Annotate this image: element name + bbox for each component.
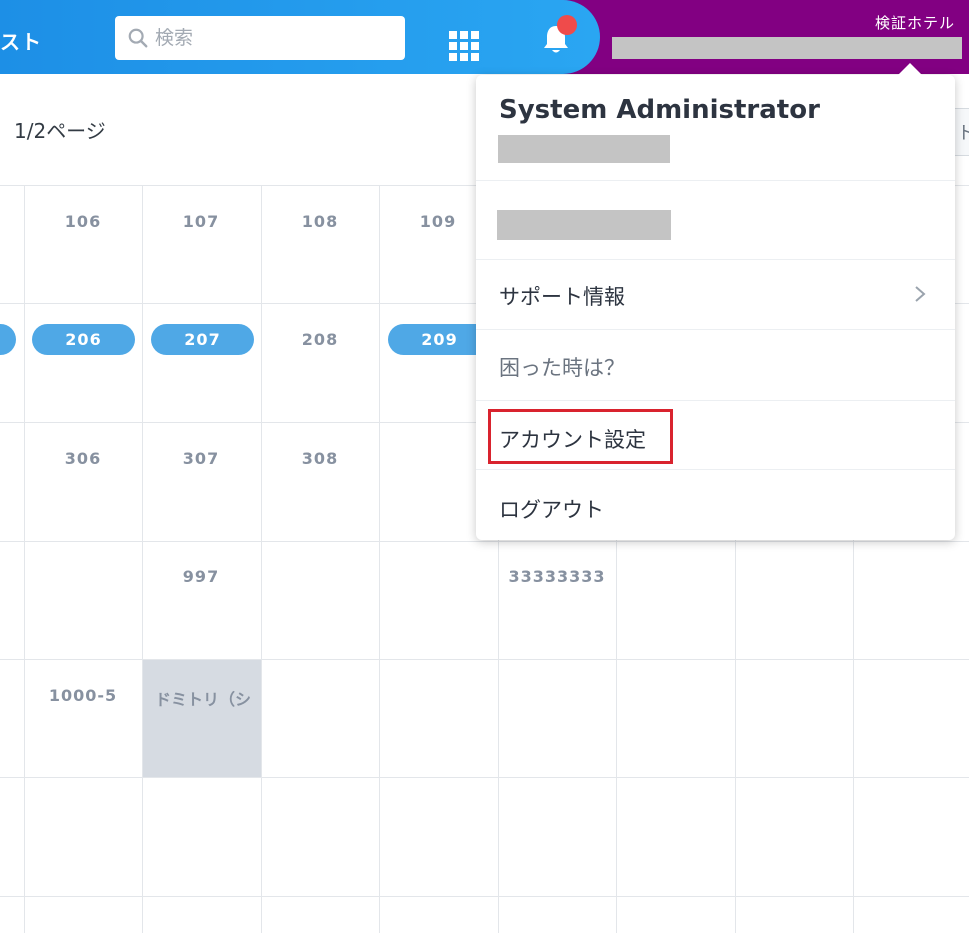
grid-line	[379, 185, 380, 933]
search-input[interactable]	[155, 27, 395, 49]
separator	[476, 329, 955, 330]
chevron-right-icon	[915, 286, 926, 302]
room-cell-highlighted[interactable]	[143, 660, 261, 777]
grid-line	[0, 541, 969, 542]
grid-line	[142, 185, 143, 933]
notification-badge	[557, 15, 577, 35]
app-title: スト	[0, 30, 42, 54]
search-icon	[128, 28, 148, 48]
highlight-box	[488, 409, 673, 464]
room-cell[interactable]: 107	[142, 212, 260, 231]
grid-line	[24, 185, 25, 933]
room-cell[interactable]: 306	[24, 449, 142, 468]
separator	[476, 180, 955, 181]
room-cell[interactable]: 208	[261, 330, 379, 349]
room-cell-label: ドミトリ（シ	[155, 690, 252, 709]
room-cell[interactable]: 106	[24, 212, 142, 231]
room-pill[interactable]: 206	[32, 324, 135, 355]
grid-line	[261, 185, 262, 933]
separator	[476, 400, 955, 401]
room-cell[interactable]: 997	[142, 567, 260, 586]
search-box[interactable]	[115, 16, 405, 60]
grid-line	[0, 777, 969, 778]
room-cell[interactable]: 307	[142, 449, 260, 468]
menu-item-logout[interactable]: ログアウト	[499, 494, 604, 524]
dropdown-caret	[898, 63, 922, 75]
user-name: System Administrator	[499, 95, 820, 125]
menu-item-help[interactable]: 困った時は？	[499, 352, 625, 382]
room-pill[interactable]: 207	[151, 324, 254, 355]
page-indicator: 1/2ページ	[14, 119, 106, 143]
menu-item-support-info[interactable]: サポート情報	[499, 281, 625, 311]
grid-line	[0, 896, 969, 897]
separator	[476, 259, 955, 260]
redacted-field	[497, 210, 671, 240]
account-dropdown: System Administrator サポート情報 困った時は？ アカウント…	[476, 75, 955, 540]
room-pill-partial[interactable]	[0, 324, 16, 355]
redacted-user-info	[498, 135, 670, 163]
room-cell[interactable]: 1000-5	[24, 686, 142, 705]
redacted-account-info	[612, 37, 962, 59]
apps-grid-icon[interactable]	[449, 31, 479, 61]
room-cell[interactable]: 308	[261, 449, 379, 468]
room-cell[interactable]: 33333333	[498, 567, 616, 586]
room-cell[interactable]: 108	[261, 212, 379, 231]
separator	[476, 469, 955, 470]
hotel-name: 検証ホテル	[874, 14, 955, 32]
